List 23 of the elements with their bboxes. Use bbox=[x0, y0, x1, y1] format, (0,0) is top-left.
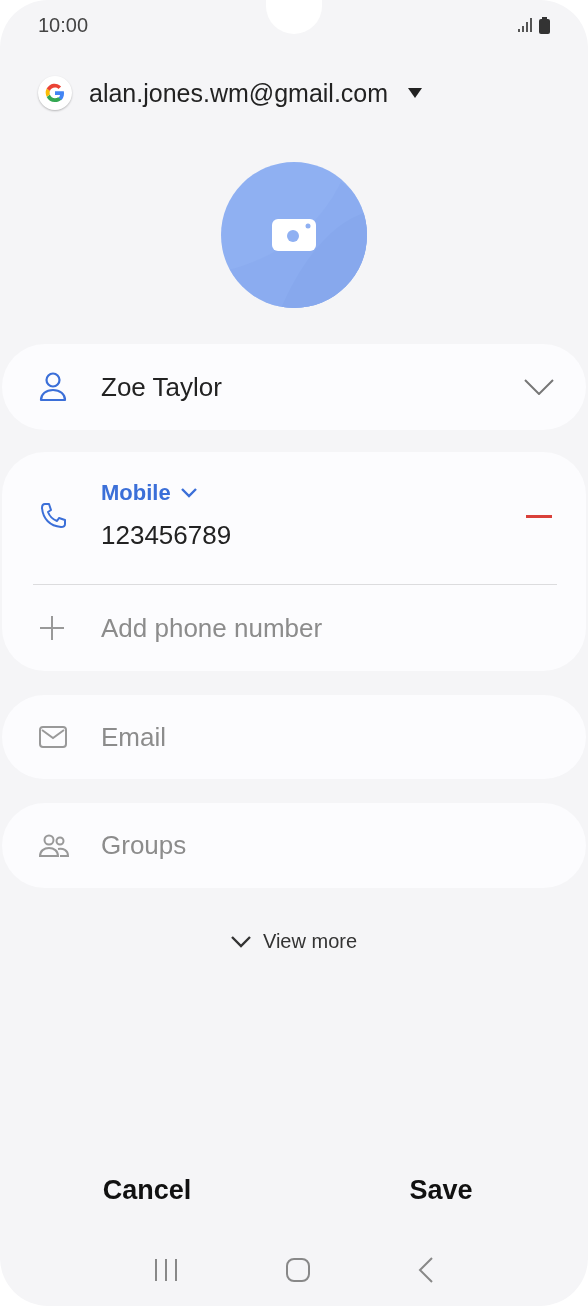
phone-number-field[interactable]: 123456789 bbox=[101, 519, 481, 551]
save-button[interactable]: Save bbox=[294, 1160, 588, 1220]
plus-icon[interactable] bbox=[39, 615, 65, 641]
status-time: 10:00 bbox=[38, 13, 89, 37]
remove-icon[interactable] bbox=[526, 514, 552, 518]
phone-icon bbox=[39, 502, 67, 530]
signal-icon bbox=[517, 17, 533, 33]
people-icon bbox=[39, 833, 69, 858]
phone-type-dropdown[interactable]: Mobile bbox=[101, 480, 197, 506]
account-email[interactable]: alan.jones.wm@gmail.com bbox=[89, 78, 389, 108]
expand-chevron-icon[interactable] bbox=[524, 379, 554, 395]
cancel-button[interactable]: Cancel bbox=[0, 1160, 294, 1220]
camera-icon bbox=[272, 219, 316, 251]
dropdown-caret-icon[interactable] bbox=[408, 88, 423, 98]
view-more-button[interactable]: View more bbox=[224, 926, 364, 957]
chevron-down-icon bbox=[180, 488, 197, 498]
google-account-icon bbox=[38, 76, 72, 110]
envelope-icon bbox=[39, 726, 67, 748]
battery-icon bbox=[539, 16, 550, 34]
chevron-down-icon bbox=[230, 935, 251, 948]
email-field[interactable]: Email bbox=[101, 721, 481, 753]
name-field[interactable]: Zoe Taylor bbox=[101, 371, 481, 403]
person-icon bbox=[39, 372, 67, 402]
